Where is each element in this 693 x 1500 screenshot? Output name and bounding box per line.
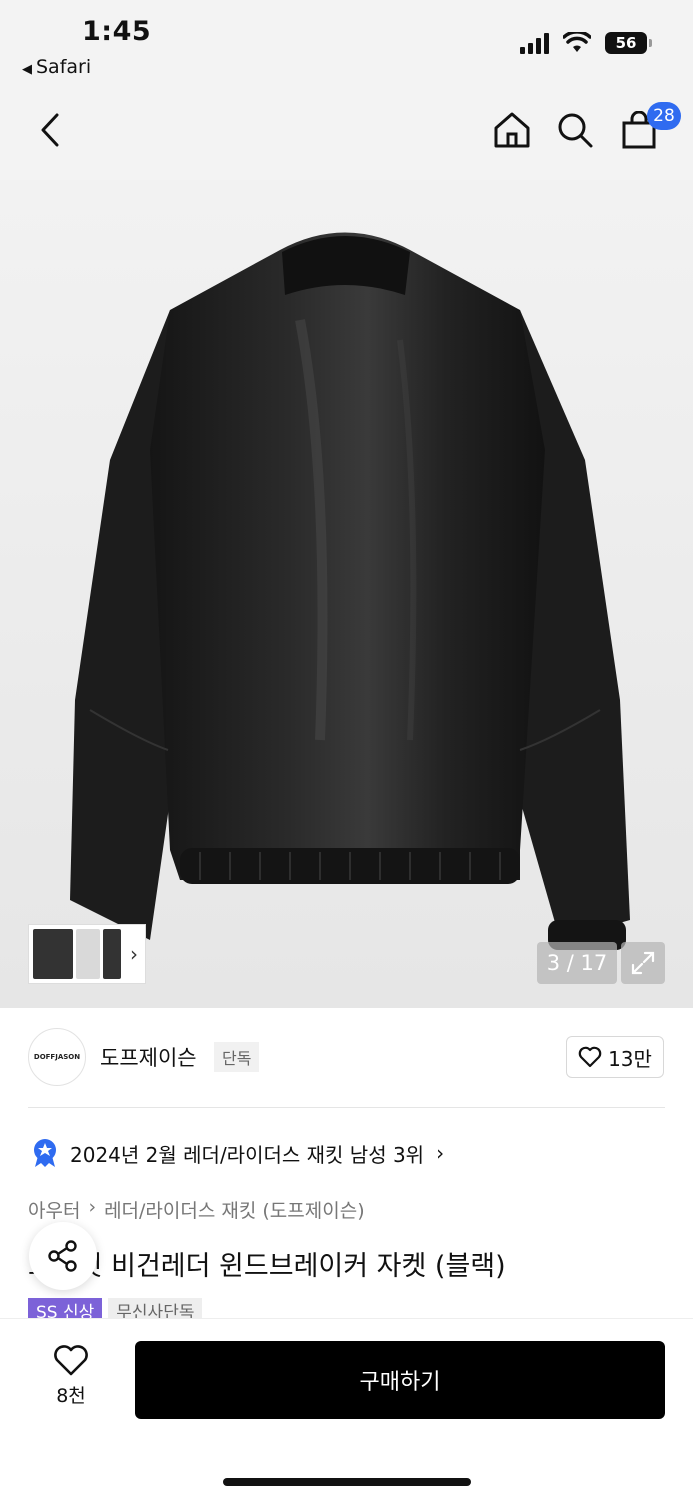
brand-logo[interactable]: DOFFJASON [28,1028,86,1086]
bottom-bar: 8천 구매하기 [0,1318,693,1500]
brand-name[interactable]: 도프제이슨 [100,1042,197,1072]
back-button[interactable] [28,108,72,152]
image-counter: 3 / 17 [537,942,617,984]
ranking-badge-icon [32,1138,58,1168]
product-title: 오버핏 비건레더 윈드브레이커 자켓 (블랙) [28,1251,506,1282]
thumbnail-2[interactable] [76,929,100,979]
tag-new: SS 신상 [28,1298,103,1318]
jacket-image [70,232,630,950]
ranking-link[interactable]: 2024년 2월 레더/라이더스 재킷 남성 3위 › [32,1138,444,1168]
battery-icon: 56 [605,32,652,54]
share-button[interactable] [29,1222,97,1290]
wishlist-count: 8천 [56,1385,86,1407]
search-button[interactable] [553,108,597,152]
brand-row: DOFFJASON 도프제이슨 단독 13만 [0,1008,693,1108]
brand-like-count: 13만 [608,1046,652,1071]
thumbnail-strip[interactable]: › [28,924,146,984]
product-image-gallery[interactable]: › 3 / 17 [0,180,693,1008]
cart-button[interactable]: 28 [617,102,681,152]
cart-count-badge: 28 [647,102,681,130]
buy-button[interactable]: 구매하기 [135,1341,665,1419]
thumbnail-1[interactable] [33,929,73,979]
thumbnail-3[interactable] [103,929,121,979]
breadcrumb-category[interactable]: 아우터 [28,1196,80,1223]
ranking-chevron-icon: › [436,1141,445,1165]
chevron-left-icon [41,113,59,147]
heart-icon [54,1345,88,1376]
status-icons: 56 [520,32,652,54]
home-button[interactable] [490,108,534,152]
wishlist-button[interactable]: 8천 [40,1345,102,1408]
status-bar: 1:45 ◀ Safari 56 [0,0,693,80]
battery-level: 56 [615,34,637,52]
back-to-app-link[interactable]: ◀ Safari [22,56,91,78]
status-time: 1:45 [82,16,152,47]
share-icon [48,1240,77,1272]
home-indicator [223,1478,471,1486]
expand-button[interactable] [621,942,665,984]
tag-exclusive: 무신사단독 [108,1298,203,1318]
ranking-text: 2024년 2월 레더/라이더스 재킷 남성 3위 [70,1142,425,1167]
divider [28,1107,665,1108]
breadcrumb-separator: › [88,1196,97,1218]
back-triangle-icon: ◀ [22,62,32,77]
search-icon [558,113,593,148]
expand-icon [631,951,655,975]
heart-icon [578,1046,602,1068]
brand-exclusive-tag: 단독 [214,1042,260,1072]
breadcrumb-subcategory[interactable]: 레더/라이더스 재킷 (도프제이슨) [104,1196,365,1223]
cellular-signal-icon [520,32,549,54]
breadcrumb: 아우터 › 레더/라이더스 재킷 (도프제이슨) [28,1196,365,1223]
thumbnail-chevron-icon[interactable]: › [130,942,138,966]
wifi-icon [563,32,591,52]
back-app-label: Safari [36,56,92,78]
brand-like-button[interactable]: 13만 [566,1036,664,1078]
product-tags: SS 신상 무신사단독 [28,1298,203,1318]
home-icon [494,112,530,148]
app-header: 28 [0,80,693,180]
